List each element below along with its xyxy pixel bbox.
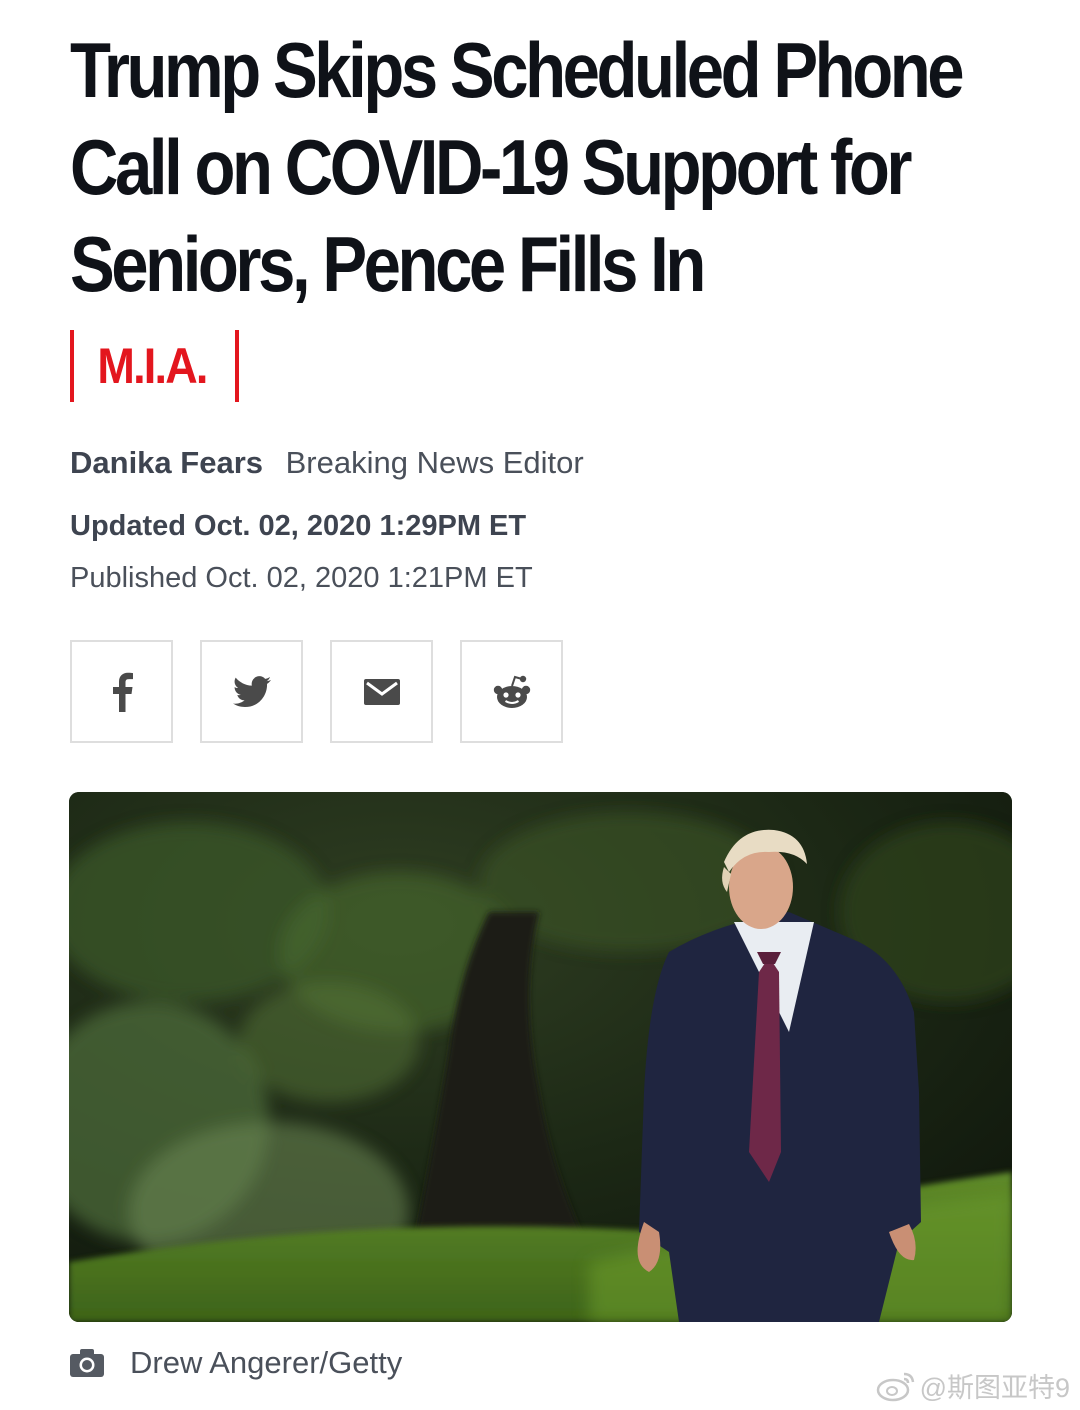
article-photo	[69, 792, 1012, 1322]
published-timestamp: Published Oct. 02, 2020 1:21PM ET	[70, 562, 533, 594]
watermark: @斯图亚特9	[876, 1366, 1070, 1405]
article-headline: Trump Skips Scheduled Phone Call on COVI…	[70, 26, 965, 308]
byline: Danika Fears Breaking News Editor	[70, 445, 584, 481]
twitter-icon	[232, 675, 271, 707]
tag-label: M.I.A.	[97, 338, 208, 394]
share-bar	[70, 640, 590, 743]
reddit-icon	[493, 675, 530, 708]
email-icon	[363, 678, 400, 705]
share-reddit-button[interactable]	[460, 640, 563, 743]
share-twitter-button[interactable]	[200, 640, 303, 743]
photo-credit-text: Drew Angerer/Getty	[130, 1345, 403, 1380]
camera-icon	[70, 1349, 104, 1377]
section-tag[interactable]: M.I.A.	[70, 330, 240, 402]
updated-timestamp: Updated Oct. 02, 2020 1:29PM ET	[70, 510, 527, 542]
share-facebook-button[interactable]	[70, 640, 173, 743]
tag-right-bar	[235, 330, 240, 402]
author-role: Breaking News Editor	[285, 445, 584, 480]
share-email-button[interactable]	[330, 640, 433, 743]
facebook-icon	[112, 672, 133, 712]
photo-credit: Drew Angerer/Getty	[70, 1345, 402, 1381]
watermark-text: @斯图亚特9	[919, 1373, 1070, 1403]
weibo-icon	[876, 1370, 916, 1402]
author-name[interactable]: Danika Fears	[70, 445, 263, 480]
